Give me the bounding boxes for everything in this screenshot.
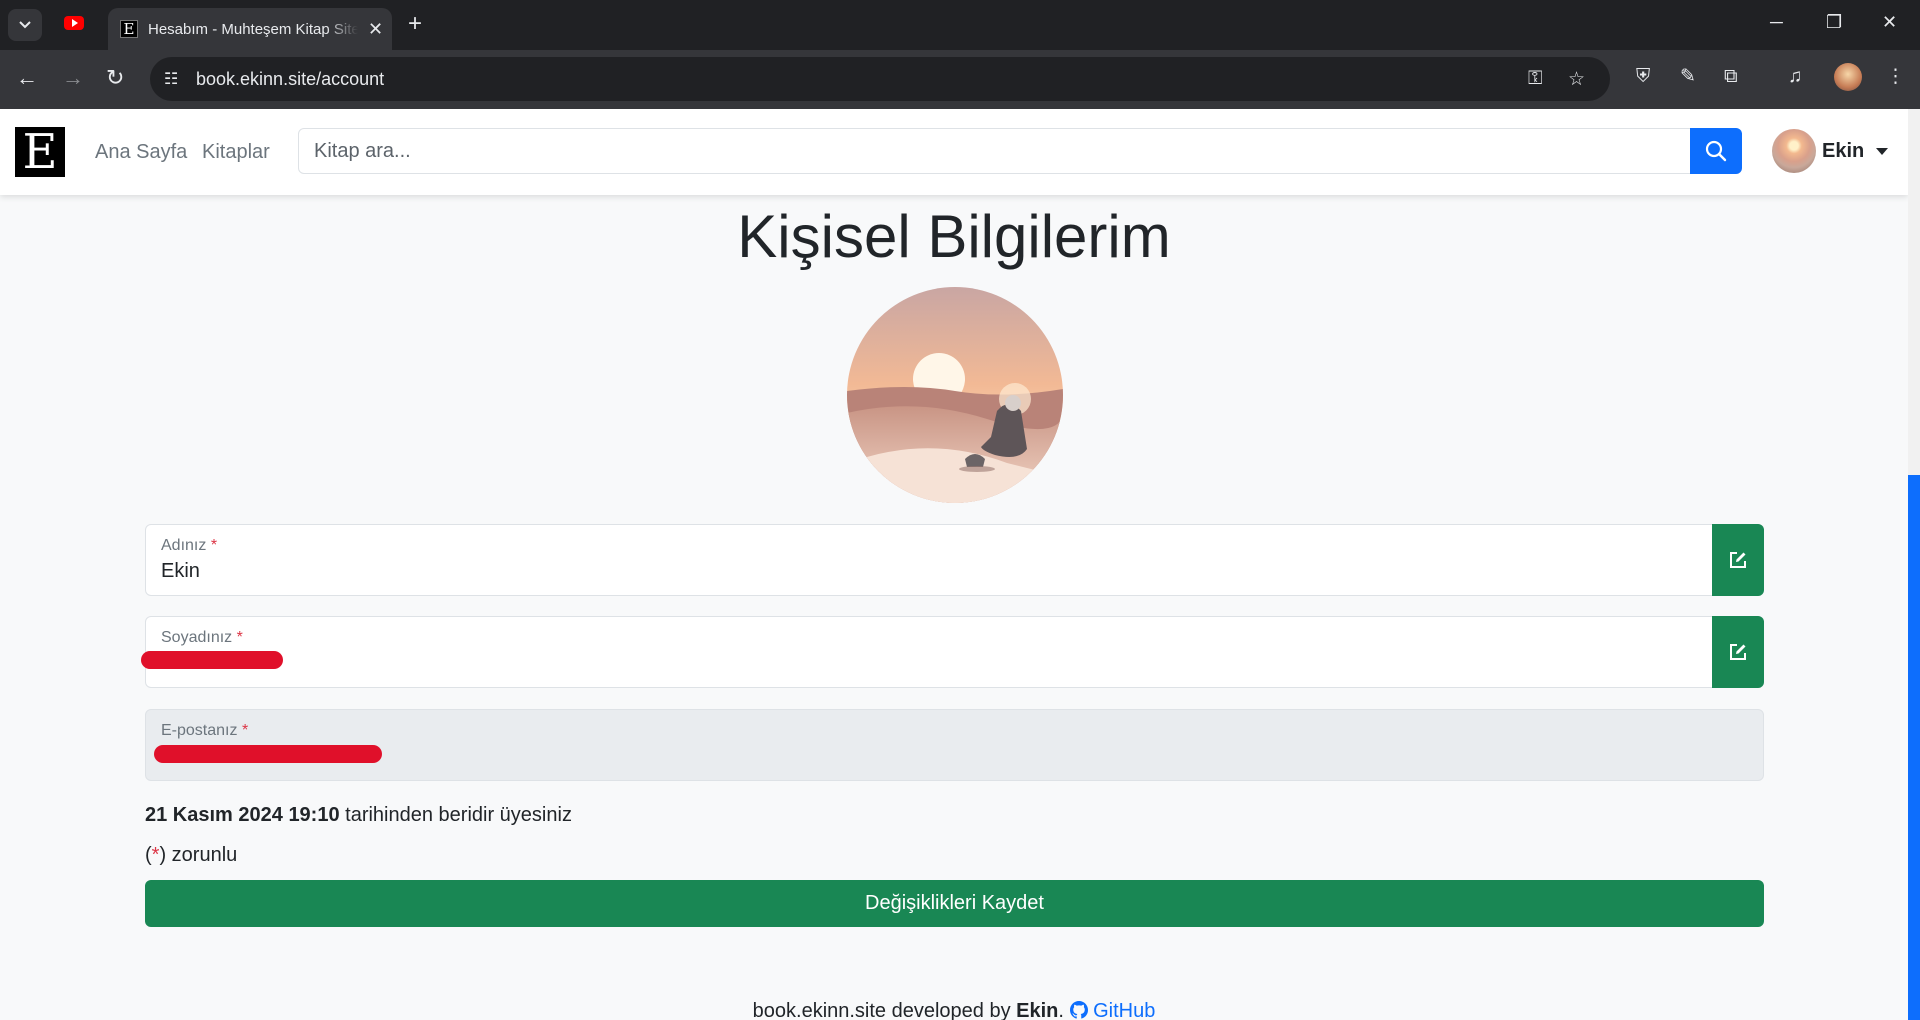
- member-since-text: 21 Kasım 2024 19:10 tarihinden beridir ü…: [145, 804, 572, 827]
- github-link[interactable]: GitHub: [1069, 1000, 1155, 1020]
- url-text: book.ekinn.site/account: [196, 69, 385, 89]
- active-tab[interactable]: E Hesabım - Muhteşem Kitap Sitesi ✕: [108, 8, 392, 50]
- password-key-icon[interactable]: ⚿: [1528, 68, 1542, 90]
- back-icon[interactable]: ←: [16, 66, 38, 90]
- tab-title: Hesabım - Muhteşem Kitap Sitesi: [148, 20, 358, 38]
- address-bar[interactable]: ☷ book.ekinn.site/account ⚿ ☆: [150, 57, 1610, 101]
- footer-author: Ekin: [1016, 1000, 1059, 1020]
- member-since-date: 21 Kasım 2024 19:10: [145, 804, 340, 826]
- avatar: [1772, 129, 1816, 173]
- scrollbar-thumb[interactable]: [1908, 475, 1920, 1020]
- browser-tabstrip: E Hesabım - Muhteşem Kitap Sitesi ✕ + ─ …: [0, 0, 1920, 50]
- search-group: [298, 128, 1742, 174]
- media-control-icon[interactable]: ♫: [1788, 66, 1802, 88]
- last-name-field[interactable]: Soyadınız *: [141, 616, 1764, 688]
- nav-link-books[interactable]: Kitaplar: [202, 141, 270, 164]
- last-name-label: Soyadınız *: [161, 629, 243, 646]
- tab-search-button[interactable]: [8, 9, 42, 41]
- search-input[interactable]: [298, 128, 1691, 174]
- first-name-field[interactable]: Adınız * Ekin: [145, 524, 1764, 596]
- browser-menu-icon[interactable]: ⋮: [1886, 66, 1905, 88]
- minimize-icon[interactable]: ─: [1770, 12, 1783, 33]
- restore-icon[interactable]: ❐: [1826, 12, 1842, 33]
- profile-photo[interactable]: [847, 287, 1063, 503]
- browser-toolbar: ← → ↻ ☷ book.ekinn.site/account ⚿ ☆ ⛨ ✎ …: [0, 50, 1920, 109]
- site-logo[interactable]: E: [15, 127, 65, 177]
- nav-link-home[interactable]: Ana Sayfa: [95, 141, 187, 164]
- bookmark-star-icon[interactable]: ☆: [1568, 68, 1585, 91]
- page-viewport: E Ana Sayfa Kitaplar Ekin Kişisel Bilgil…: [0, 109, 1920, 1020]
- required-note: (*) zorunlu: [145, 844, 238, 866]
- footer: book.ekinn.site developed by Ekin. GitHu…: [752, 1000, 1156, 1020]
- browser-profile-avatar[interactable]: [1834, 63, 1862, 91]
- first-name-value: Ekin: [161, 560, 200, 582]
- footer-prefix: book.ekinn.site developed by: [752, 1000, 1017, 1020]
- extensions-puzzle-icon[interactable]: ⧉: [1724, 66, 1738, 88]
- forward-icon[interactable]: →: [62, 66, 84, 90]
- edit-icon: [1730, 644, 1746, 660]
- close-window-icon[interactable]: ✕: [1882, 12, 1897, 33]
- edit-icon: [1730, 552, 1746, 568]
- first-name-label: Adınız *: [161, 537, 218, 554]
- edit-first-name-button[interactable]: [1712, 524, 1764, 596]
- redaction-mark: [154, 745, 382, 763]
- profile-photo-image: [847, 287, 1063, 503]
- eyedropper-icon[interactable]: ✎: [1680, 66, 1696, 88]
- caret-down-icon: [1876, 147, 1889, 155]
- site-favicon: E: [120, 20, 138, 38]
- page-title: Kişisel Bilgilerim: [737, 203, 1171, 270]
- search-icon: [1705, 140, 1727, 162]
- reload-icon[interactable]: ↻: [106, 66, 124, 90]
- site-info-icon[interactable]: ☷: [164, 69, 178, 89]
- email-label: E-postanız *: [161, 722, 249, 739]
- email-field: E-postanız *: [145, 709, 1764, 781]
- user-dropdown[interactable]: Ekin: [1772, 129, 1889, 173]
- github-icon: [1069, 1001, 1088, 1019]
- edit-last-name-button[interactable]: [1712, 616, 1764, 688]
- member-since-suffix: tarihinden beridir üyesiniz: [339, 804, 572, 826]
- youtube-tab[interactable]: [64, 16, 84, 30]
- search-button[interactable]: [1690, 128, 1742, 174]
- new-tab-icon[interactable]: +: [408, 12, 422, 36]
- save-changes-button[interactable]: Değişiklikleri Kaydet: [145, 880, 1764, 927]
- redaction-mark: [141, 651, 283, 669]
- ublock-shield-icon[interactable]: ⛨: [1636, 66, 1650, 88]
- chevron-down-icon: [19, 21, 31, 29]
- site-navbar: E Ana Sayfa Kitaplar Ekin: [0, 109, 1908, 195]
- close-tab-icon[interactable]: ✕: [368, 19, 383, 40]
- user-name: Ekin: [1822, 139, 1865, 162]
